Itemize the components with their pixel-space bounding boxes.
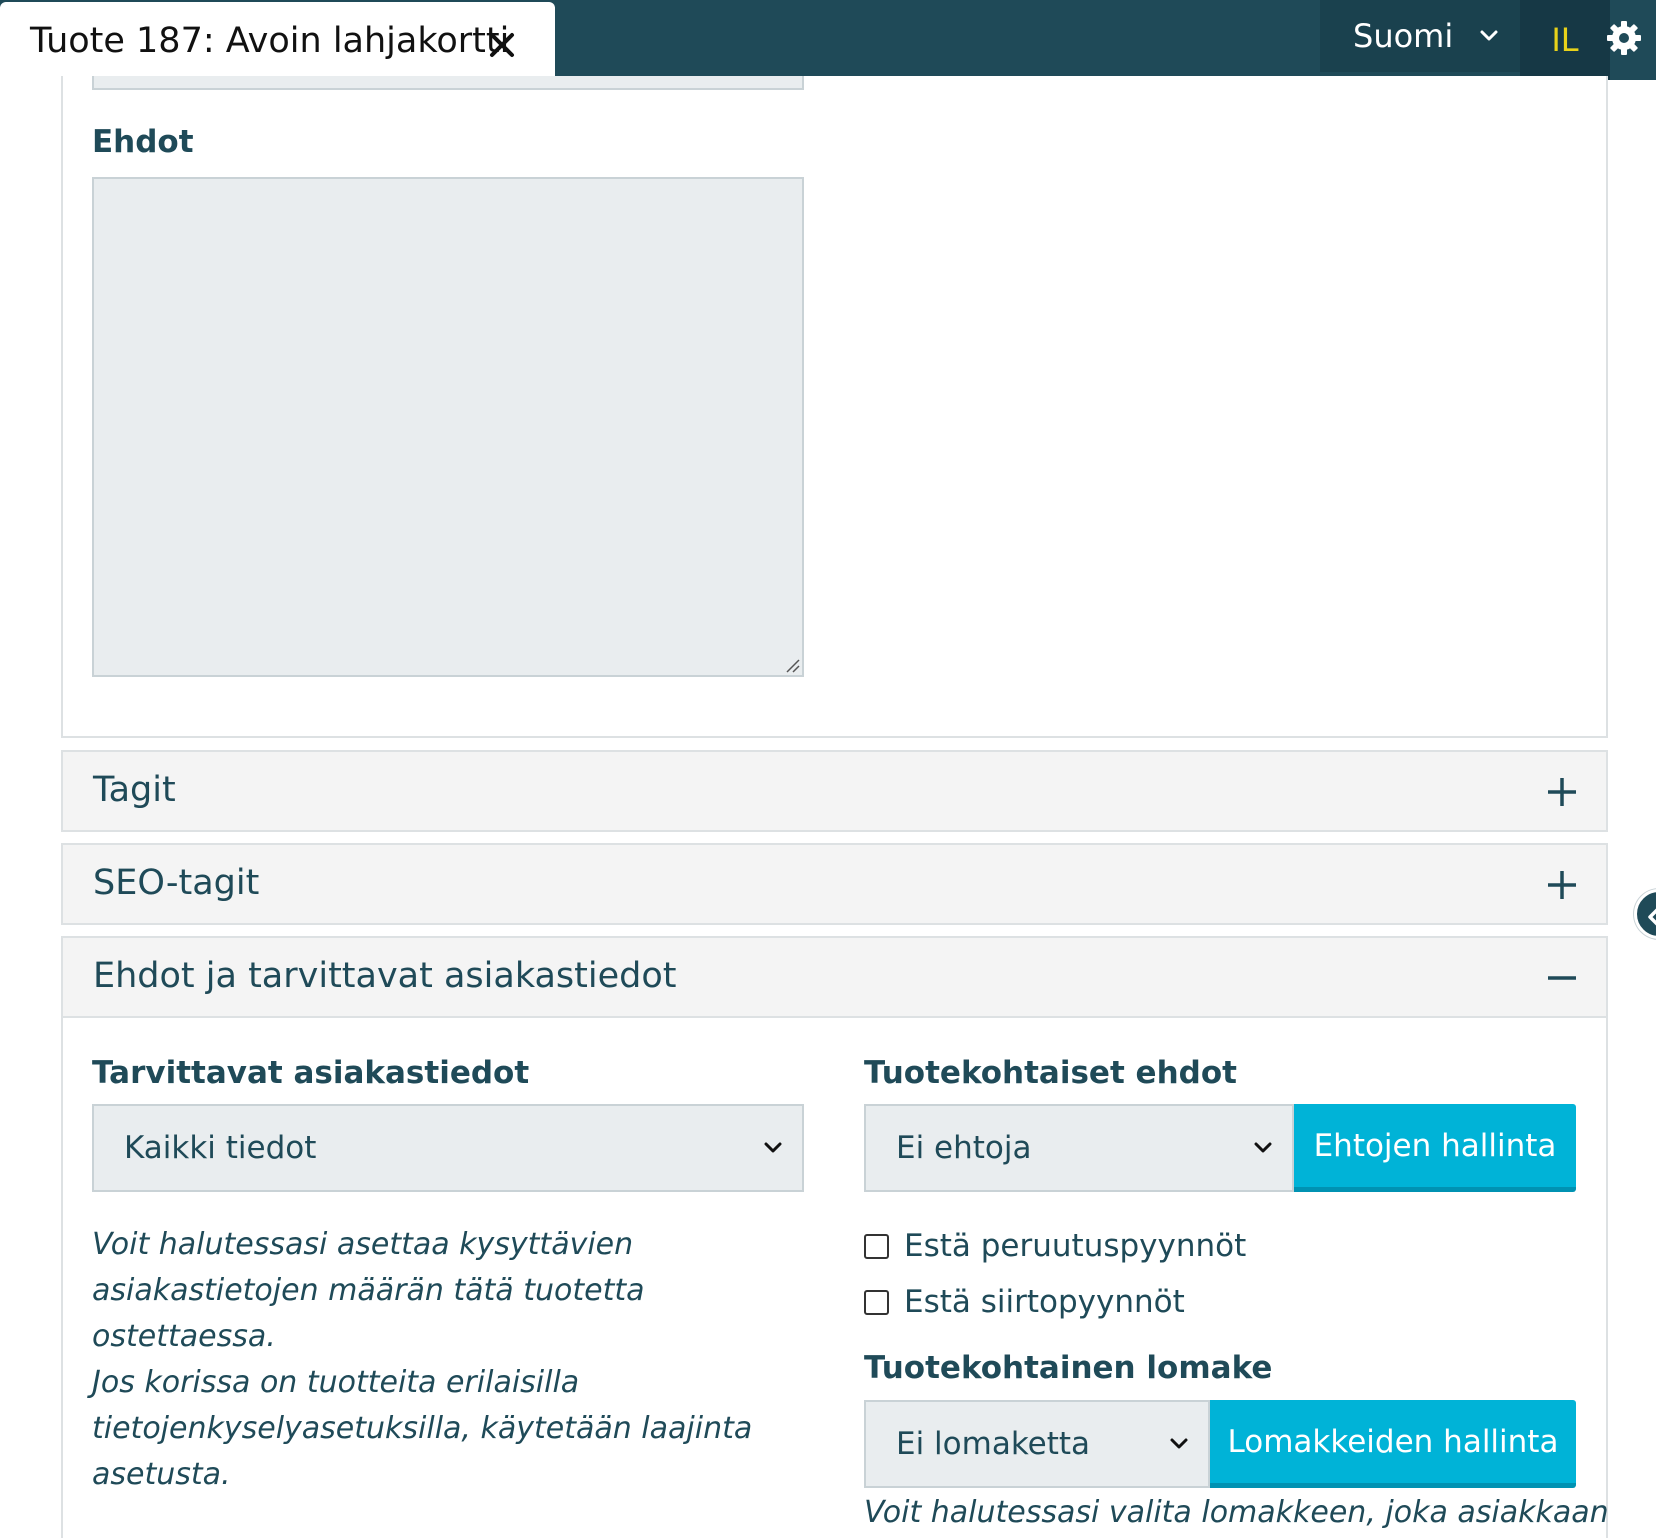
accordion-seo-tags-title: SEO-tagit xyxy=(93,863,260,903)
accordion-tags[interactable]: Tagit xyxy=(61,750,1608,832)
chevron-left-icon xyxy=(1648,908,1656,926)
chevron-down-icon xyxy=(1480,30,1498,41)
prevent-cancellation-checkbox[interactable] xyxy=(864,1233,889,1259)
user-menu[interactable]: IL xyxy=(1520,0,1610,80)
product-terms-select[interactable]: Ei ehtoja xyxy=(864,1104,1294,1192)
product-tab[interactable]: Tuote 187: Avoin lahjakortti xyxy=(0,2,555,80)
prevent-transfer-checkbox[interactable] xyxy=(864,1289,889,1315)
plus-icon xyxy=(1548,871,1576,899)
plus-icon xyxy=(1548,778,1576,806)
conditions-textarea[interactable] xyxy=(92,177,804,677)
gear-icon[interactable] xyxy=(1606,20,1642,56)
tab-title: Tuote 187: Avoin lahjakortti xyxy=(30,21,510,61)
conditions-label: Ehdot xyxy=(92,124,194,160)
previous-input-field[interactable] xyxy=(92,76,804,90)
customer-info-select[interactable]: Kaikki tiedot xyxy=(92,1104,804,1192)
accordion-seo-tags[interactable]: SEO-tagit xyxy=(61,843,1608,925)
top-bar: Tuote 187: Avoin lahjakortti Suomi IL xyxy=(0,0,1656,80)
close-icon[interactable] xyxy=(487,30,517,60)
customer-info-selected: Kaikki tiedot xyxy=(124,1130,317,1166)
accordion-tags-title: Tagit xyxy=(93,770,176,810)
prevent-cancellation-checkbox-row[interactable]: Estä peruutuspyynnöt xyxy=(864,1226,1246,1266)
user-initials: IL xyxy=(1551,21,1579,59)
prevent-transfer-label: Estä siirtopyynnöt xyxy=(904,1284,1185,1320)
language-label: Suomi xyxy=(1353,17,1454,55)
product-terms-selected: Ei ehtoja xyxy=(896,1130,1032,1166)
chevron-down-icon xyxy=(1170,1438,1188,1449)
customer-info-label: Tarvittavat asiakastiedot xyxy=(92,1055,530,1091)
prevent-cancellation-label: Estä peruutuspyynnöt xyxy=(904,1228,1247,1264)
sidebar-toggle[interactable] xyxy=(1634,889,1656,939)
accordion-terms-title: Ehdot ja tarvittavat asiakastiedot xyxy=(93,956,677,996)
language-selector[interactable]: Suomi xyxy=(1320,0,1520,72)
chevron-down-icon xyxy=(1254,1142,1272,1153)
manage-forms-button[interactable]: Lomakkeiden hallinta xyxy=(1210,1400,1576,1488)
chevron-down-icon xyxy=(764,1142,782,1153)
minus-icon xyxy=(1548,976,1576,980)
product-form-help: Voit halutessasi valita lomakkeen, joka … xyxy=(864,1495,1609,1530)
product-form-label: Tuotekohtainen lomake xyxy=(864,1350,1273,1386)
manage-terms-button[interactable]: Ehtojen hallinta xyxy=(1294,1104,1576,1192)
product-form-select[interactable]: Ei lomaketta xyxy=(864,1400,1210,1488)
product-form-selected: Ei lomaketta xyxy=(896,1426,1091,1462)
prevent-transfer-checkbox-row[interactable]: Estä siirtopyynnöt xyxy=(864,1282,1185,1322)
product-terms-label: Tuotekohtaiset ehdot xyxy=(864,1055,1237,1091)
customer-info-help: Voit halutessasi asettaa kysyttävien asi… xyxy=(92,1227,753,1492)
accordion-terms-customer-info[interactable]: Ehdot ja tarvittavat asiakastiedot xyxy=(61,936,1608,1018)
resize-handle-icon[interactable] xyxy=(784,657,800,673)
